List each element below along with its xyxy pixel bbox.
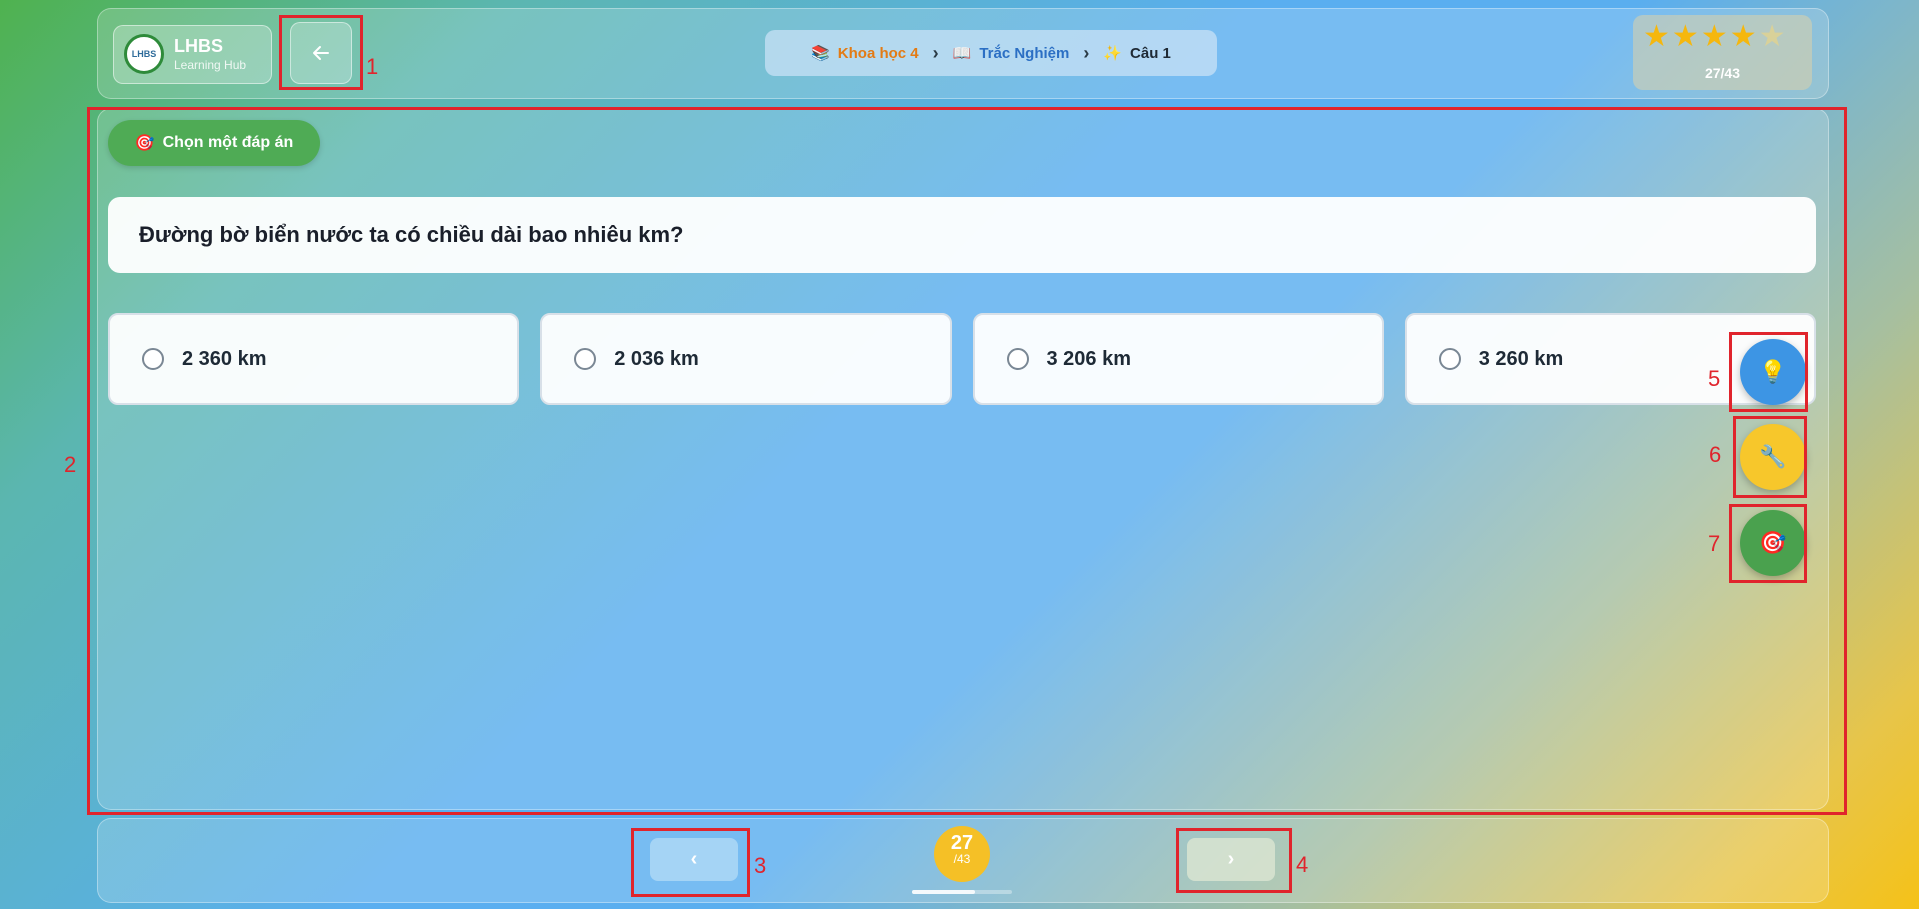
annotation-label-1: 1 xyxy=(366,54,379,79)
breadcrumb-label: Trắc Nghiệm xyxy=(979,44,1070,62)
annotation-label-5: 5 xyxy=(1708,366,1721,391)
annotation-box-6 xyxy=(1733,416,1807,498)
logo[interactable]: LHBS LHBS Learning Hub xyxy=(113,25,272,84)
star-icon: ★ xyxy=(1700,20,1730,53)
annotation-box-3 xyxy=(631,828,750,897)
annotation-label-3: 3 xyxy=(754,853,767,878)
annotation-label-6: 6 xyxy=(1709,442,1722,467)
breadcrumb-label: Khoa học 4 xyxy=(837,44,919,62)
annotation-box-7 xyxy=(1729,504,1807,583)
breadcrumb-item-question: ✨ Câu 1 xyxy=(1103,44,1171,63)
question-counter: 27 /43 xyxy=(934,826,990,882)
breadcrumb-item-quiz[interactable]: 📖 Trắc Nghiệm xyxy=(952,44,1070,63)
star-icon: ★ xyxy=(1729,20,1759,53)
chevron-right-icon: › xyxy=(1083,42,1090,63)
progress-bar xyxy=(912,890,1012,894)
logo-subtitle: Learning Hub xyxy=(174,58,247,72)
annotation-label-7: 7 xyxy=(1708,531,1721,556)
star-icon: ★ xyxy=(1758,20,1788,53)
progress-count: 27/43 xyxy=(1704,65,1741,81)
annotation-box-5 xyxy=(1729,332,1808,412)
breadcrumb: 📚 Khoa học 4 › 📖 Trắc Nghiệm › ✨ Câu 1 xyxy=(765,30,1217,76)
annotation-box-4 xyxy=(1176,828,1292,893)
chevron-right-icon: › xyxy=(932,42,939,63)
annotation-box-1 xyxy=(279,15,363,90)
star-icon: ★ xyxy=(1671,20,1701,53)
logo-title: LHBS xyxy=(174,36,223,56)
star-icon: ★ xyxy=(1643,20,1672,53)
logo-badge: LHBS xyxy=(124,34,164,74)
annotation-box-2 xyxy=(87,107,1847,815)
star-rating: ★★★★★ 27/43 xyxy=(1633,15,1812,90)
sparkles-icon: ✨ xyxy=(1103,45,1123,62)
stars: ★★★★★ xyxy=(1643,19,1788,54)
breadcrumb-item-course[interactable]: 📚 Khoa học 4 xyxy=(811,44,919,63)
annotation-label-4: 4 xyxy=(1296,852,1309,877)
book-icon: 📖 xyxy=(952,45,972,62)
total-questions: /43 xyxy=(953,852,971,866)
annotation-label-2: 2 xyxy=(64,452,77,477)
current-question-number: 27 xyxy=(950,832,974,854)
progress-bar-fill xyxy=(912,890,975,894)
breadcrumb-label: Câu 1 xyxy=(1130,44,1171,62)
books-icon: 📚 xyxy=(811,45,830,62)
